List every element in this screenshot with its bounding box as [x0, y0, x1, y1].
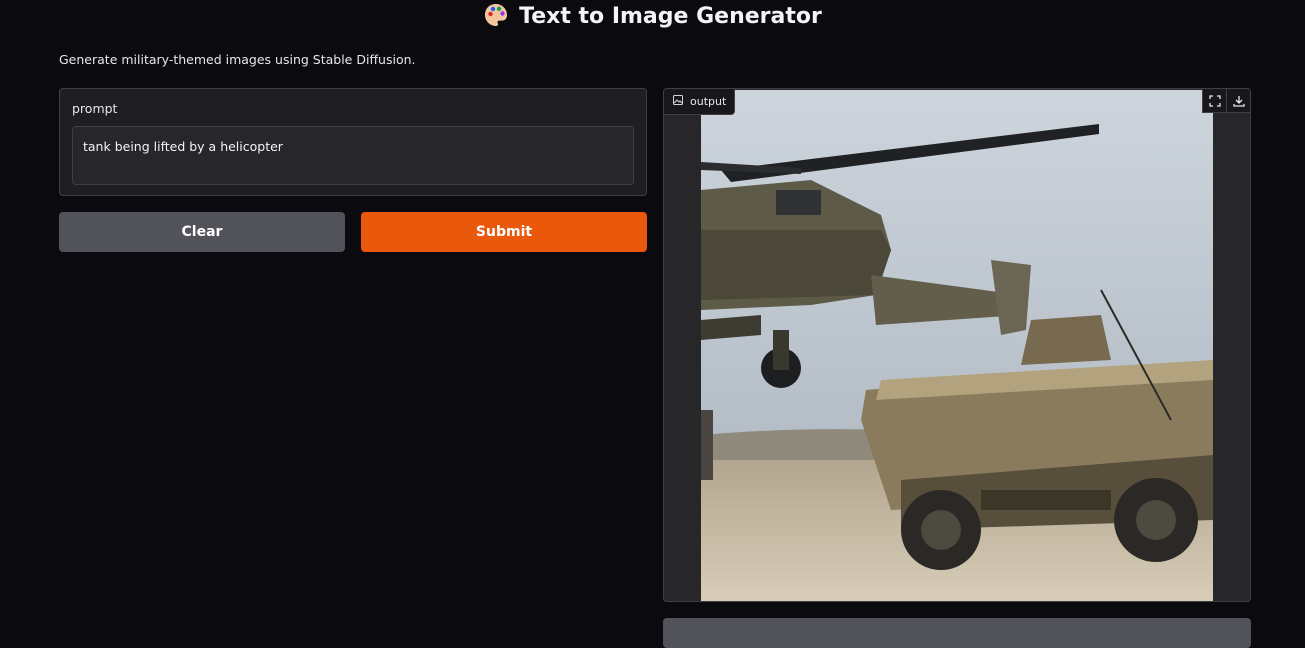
clear-button[interactable]: Clear: [59, 212, 345, 252]
flag-button[interactable]: [663, 618, 1251, 648]
prompt-panel: prompt tank being lifted by a helicopter: [59, 88, 647, 196]
output-panel: output: [663, 88, 1251, 602]
page-title: Text to Image Generator: [0, 2, 1305, 37]
output-actions: [1202, 89, 1250, 113]
prompt-label: prompt: [72, 101, 118, 116]
submit-button[interactable]: Submit: [361, 212, 647, 252]
output-label: output: [690, 95, 727, 108]
page-description: Generate military-themed images using St…: [59, 52, 416, 67]
fullscreen-icon[interactable]: [1202, 89, 1226, 113]
palette-icon: [483, 2, 509, 37]
prompt-textarea[interactable]: tank being lifted by a helicopter: [72, 126, 634, 185]
download-icon[interactable]: [1226, 89, 1250, 113]
output-label-tag: output: [664, 89, 735, 115]
title-text: Text to Image Generator: [519, 4, 822, 29]
image-icon: [673, 95, 683, 108]
generated-image: [701, 90, 1213, 601]
